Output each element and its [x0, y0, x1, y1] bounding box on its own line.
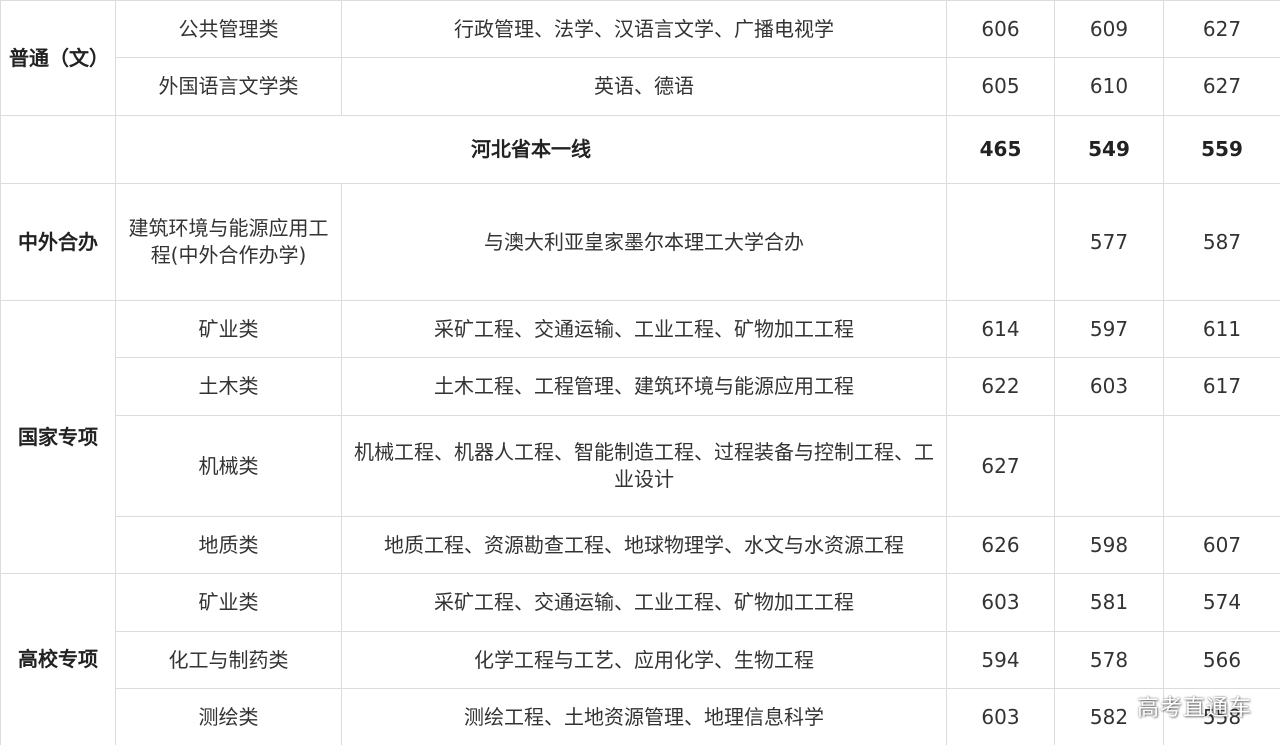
score-cell: 614 [946, 300, 1055, 358]
category-cell: 地质类 [115, 516, 342, 574]
table-row: 土木类 土木工程、工程管理、建筑环境与能源应用工程 622 603 617 [1, 357, 1280, 416]
category-cell: 土木类 [115, 357, 342, 416]
score-cell: 627 [946, 415, 1055, 517]
category-cell: 矿业类 [115, 573, 342, 632]
score-cell: 611 [1163, 300, 1280, 358]
score-cell: 598 [1054, 516, 1164, 574]
table-row: 普通（文） 公共管理类 行政管理、法学、汉语言文学、广播电视学 606 609 … [0, 0, 1280, 116]
score-cell: 627 [1163, 0, 1280, 58]
table-row: 高校专项 矿业类 采矿工程、交通运输、工业工程、矿物加工工程 603 581 5… [0, 573, 1280, 745]
score-cell [946, 183, 1055, 301]
score-cell: 587 [1163, 183, 1280, 301]
majors-cell: 测绘工程、土地资源管理、地理信息科学 [341, 688, 947, 745]
score-cell: 574 [1163, 573, 1280, 632]
table-row: 国家专项 矿业类 采矿工程、交通运输、工业工程、矿物加工工程 614 597 6… [0, 300, 1280, 574]
category-cell: 矿业类 [115, 300, 342, 358]
score-cell [1163, 415, 1280, 517]
score-cell: 597 [1054, 300, 1164, 358]
score-cell: 603 [946, 688, 1055, 745]
category-cell: 公共管理类 [115, 0, 342, 58]
score-cell: 617 [1163, 357, 1280, 416]
score-table: 普通（文） 公共管理类 行政管理、法学、汉语言文学、广播电视学 606 609 … [0, 0, 1280, 745]
score-cell: 603 [1054, 357, 1164, 416]
table-row: 中外合办 建筑环境与能源应用工程(中外合作办学) 与澳大利亚皇家墨尔本理工大学合… [0, 183, 1280, 301]
score-cell: 549 [1054, 115, 1164, 184]
score-cell: 610 [1054, 57, 1164, 116]
score-cell: 605 [946, 57, 1055, 116]
table-row: 河北省本一线 465 549 559 [0, 115, 1280, 184]
score-cell: 577 [1054, 183, 1164, 301]
score-cell: 609 [1054, 0, 1164, 58]
score-cell: 606 [946, 0, 1055, 58]
score-cell: 607 [1163, 516, 1280, 574]
majors-cell: 机械工程、机器人工程、智能制造工程、过程装备与控制工程、工业设计 [341, 415, 947, 517]
batch-cell: 普通（文） [0, 0, 116, 116]
empty-cell [0, 115, 116, 184]
majors-cell: 土木工程、工程管理、建筑环境与能源应用工程 [341, 357, 947, 416]
category-cell: 建筑环境与能源应用工程(中外合作办学) [115, 183, 342, 301]
table-row: 机械类 机械工程、机器人工程、智能制造工程、过程装备与控制工程、工业设计 627 [1, 415, 1280, 517]
category-cell: 机械类 [115, 415, 342, 517]
majors-cell: 英语、德语 [341, 57, 947, 116]
score-cell: 465 [946, 115, 1055, 184]
table-row: 测绘类 测绘工程、土地资源管理、地理信息科学 603 582 558 [1, 688, 1280, 745]
majors-cell: 化学工程与工艺、应用化学、生物工程 [341, 631, 947, 689]
majors-cell: 采矿工程、交通运输、工业工程、矿物加工工程 [341, 573, 947, 632]
summary-label: 河北省本一线 [115, 115, 947, 184]
score-cell: 578 [1054, 631, 1164, 689]
majors-cell: 行政管理、法学、汉语言文学、广播电视学 [341, 0, 947, 58]
score-cell: 594 [946, 631, 1055, 689]
score-cell [1054, 415, 1164, 517]
majors-cell: 采矿工程、交通运输、工业工程、矿物加工工程 [341, 300, 947, 358]
table-row: 地质类 地质工程、资源勘查工程、地球物理学、水文与水资源工程 626 598 6… [1, 516, 1280, 574]
batch-cell: 高校专项 [0, 573, 116, 745]
score-cell: 566 [1163, 631, 1280, 689]
score-cell: 581 [1054, 573, 1164, 632]
category-cell: 化工与制药类 [115, 631, 342, 689]
majors-cell: 地质工程、资源勘查工程、地球物理学、水文与水资源工程 [341, 516, 947, 574]
category-cell: 外国语言文学类 [115, 57, 342, 116]
table-row: 外国语言文学类 英语、德语 605 610 627 [1, 57, 1280, 116]
batch-cell: 国家专项 [0, 300, 116, 574]
score-cell: 559 [1163, 115, 1280, 184]
category-cell: 测绘类 [115, 688, 342, 745]
score-cell: 627 [1163, 57, 1280, 116]
table-row: 化工与制药类 化学工程与工艺、应用化学、生物工程 594 578 566 [1, 631, 1280, 689]
score-cell: 622 [946, 357, 1055, 416]
score-cell: 603 [946, 573, 1055, 632]
batch-cell: 中外合办 [0, 183, 116, 301]
watermark: 高考直通车 [1136, 696, 1252, 721]
score-cell: 626 [946, 516, 1055, 574]
majors-cell: 与澳大利亚皇家墨尔本理工大学合办 [341, 183, 947, 301]
